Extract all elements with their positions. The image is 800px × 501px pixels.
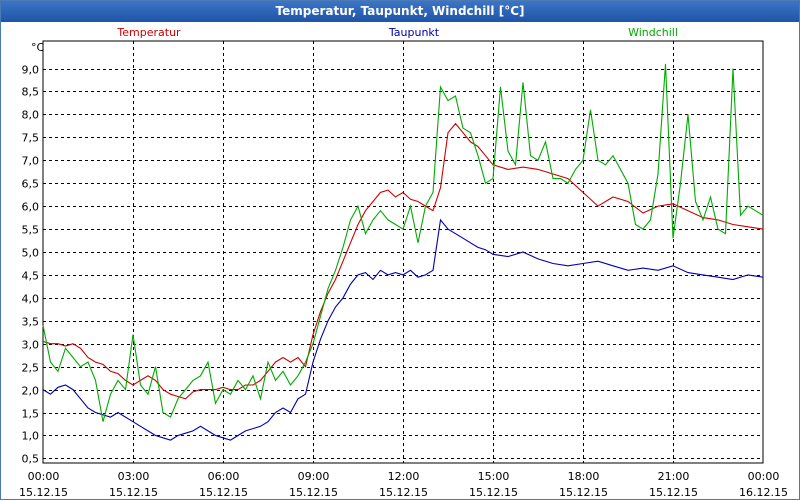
y-tick-label: 4,0 [22, 293, 40, 306]
y-tick-label: 9,0 [22, 64, 40, 77]
y-tick-label: 6,5 [22, 178, 40, 191]
x-tick-time: 06:00 [208, 470, 240, 483]
y-tick-label: 7,0 [22, 155, 40, 168]
x-tick-date: 15.12.15 [199, 486, 248, 499]
x-tick-date: 15.12.15 [379, 486, 428, 499]
y-axis-unit-label: °C [31, 41, 45, 54]
line-chart: 0,5 1,0 1,5 2,0 2,5 3,0 3,5 4,0 4,5 5,0 5,5 6,0 6,5 7… [19, 26, 788, 499]
x-tick-date: 15.12.15 [109, 486, 158, 499]
x-tick-date: 16.12.15 [739, 486, 788, 499]
x-tick-time: 15:00 [478, 470, 510, 483]
y-tick-label: 1,0 [22, 430, 40, 443]
legend-temperatur: Temperatur [116, 26, 181, 39]
chart-window: Temperatur, Taupunkt, Windchill [°C] 0,5… [0, 0, 800, 500]
x-tick-date: 15.12.15 [559, 486, 608, 499]
y-tick-label: 1,5 [22, 408, 40, 421]
y-tick-label: 3,5 [22, 316, 40, 329]
y-tick-label: 7,5 [22, 132, 40, 145]
legend-taupunkt: Taupunkt [388, 26, 440, 39]
x-tick-time: 21:00 [658, 470, 690, 483]
x-tick-time: 00:00 [748, 470, 780, 483]
x-tick-time: 00:00 [28, 470, 60, 483]
x-tick-time: 12:00 [388, 470, 420, 483]
y-tick-label: 2,5 [22, 362, 40, 375]
x-tick-date: 15.12.15 [469, 486, 518, 499]
x-tick-time: 09:00 [298, 470, 330, 483]
y-tick-label: 6,0 [22, 201, 40, 214]
y-tick-label: 2,0 [22, 385, 40, 398]
y-tick-label: 4,5 [22, 270, 40, 283]
y-tick-label: 8,0 [22, 109, 40, 122]
y-tick-label: 5,5 [22, 224, 40, 237]
legend-windchill: Windchill [628, 26, 678, 39]
y-tick-label: 8,5 [22, 86, 40, 99]
x-tick-date: 15.12.15 [649, 486, 698, 499]
x-tick-time: 18:00 [568, 470, 600, 483]
x-tick-date: 15.12.15 [289, 486, 338, 499]
x-tick-time: 03:00 [118, 470, 150, 483]
y-tick-label: 5,0 [22, 247, 40, 260]
y-tick-label: 0,5 [22, 453, 40, 466]
x-tick-date: 15.12.15 [19, 486, 68, 499]
y-tick-label: 3,0 [22, 339, 40, 352]
